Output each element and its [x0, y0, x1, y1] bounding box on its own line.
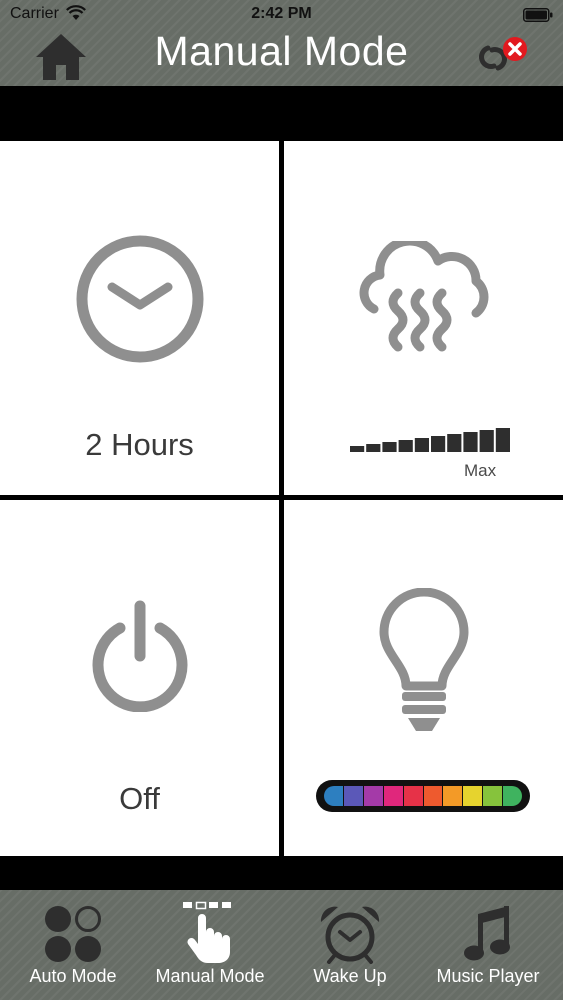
tab-label: Music Player — [436, 966, 540, 986]
tab-label: Manual Mode — [155, 966, 265, 986]
tab-wake-up[interactable]: Wake Up — [280, 890, 420, 1000]
light-bulb-icon — [379, 588, 469, 731]
mist-cloud-icon — [359, 241, 489, 352]
mist-tile[interactable]: Max — [284, 141, 563, 495]
clock-icon — [76, 235, 204, 363]
mist-level-step[interactable] — [431, 436, 446, 452]
color-swatch[interactable] — [343, 786, 363, 806]
color-swatch[interactable] — [423, 786, 443, 806]
mist-level-label: Max — [464, 461, 497, 480]
status-time: 2:42 PM — [251, 5, 312, 22]
tab-label: Auto Mode — [29, 966, 117, 986]
color-swatch[interactable] — [503, 786, 523, 806]
tab-bar: Auto Mode Manual Mode Wake Up Music Play… — [0, 890, 563, 1000]
mist-level-step[interactable] — [366, 444, 381, 452]
mist-level-step[interactable] — [463, 432, 478, 452]
tab-manual-mode[interactable]: Manual Mode — [140, 890, 280, 1000]
color-swatch[interactable] — [383, 786, 403, 806]
tab-music-player[interactable]: Music Player — [418, 890, 558, 1000]
mist-level-step[interactable] — [350, 446, 365, 452]
battery-icon — [523, 8, 553, 22]
color-selector-bar[interactable] — [316, 780, 530, 812]
color-swatch[interactable] — [363, 786, 383, 806]
color-swatch[interactable] — [463, 786, 483, 806]
hand-tap-icon — [183, 901, 231, 963]
connection-status-button[interactable] — [468, 34, 532, 80]
music-note-icon — [464, 906, 510, 961]
timer-value: 2 Hours — [85, 427, 194, 462]
color-swatch[interactable] — [403, 786, 423, 806]
status-bar: Carrier 2:42 PM — [0, 0, 563, 30]
power-icon — [92, 600, 188, 712]
mist-level-step[interactable] — [495, 428, 510, 452]
power-tile[interactable]: Off — [0, 500, 279, 856]
link-disconnected-icon — [479, 37, 527, 71]
light-tile[interactable] — [284, 500, 563, 856]
mist-level-step[interactable] — [398, 440, 413, 452]
alarm-clock-icon — [320, 906, 380, 964]
power-value: Off — [119, 781, 160, 816]
color-swatch[interactable] — [483, 786, 503, 806]
mist-level-step[interactable] — [447, 434, 462, 452]
mist-level-bars[interactable] — [350, 428, 510, 452]
timer-tile[interactable]: 2 Hours — [0, 141, 279, 495]
mist-level-step[interactable] — [382, 442, 397, 452]
tab-label: Wake Up — [313, 966, 387, 986]
color-swatch[interactable] — [324, 786, 343, 806]
mist-level-step[interactable] — [414, 438, 429, 452]
auto-mode-icon — [45, 906, 101, 962]
color-swatch[interactable] — [443, 786, 463, 806]
tab-auto-mode[interactable]: Auto Mode — [3, 890, 143, 1000]
mist-level-step[interactable] — [479, 430, 494, 452]
